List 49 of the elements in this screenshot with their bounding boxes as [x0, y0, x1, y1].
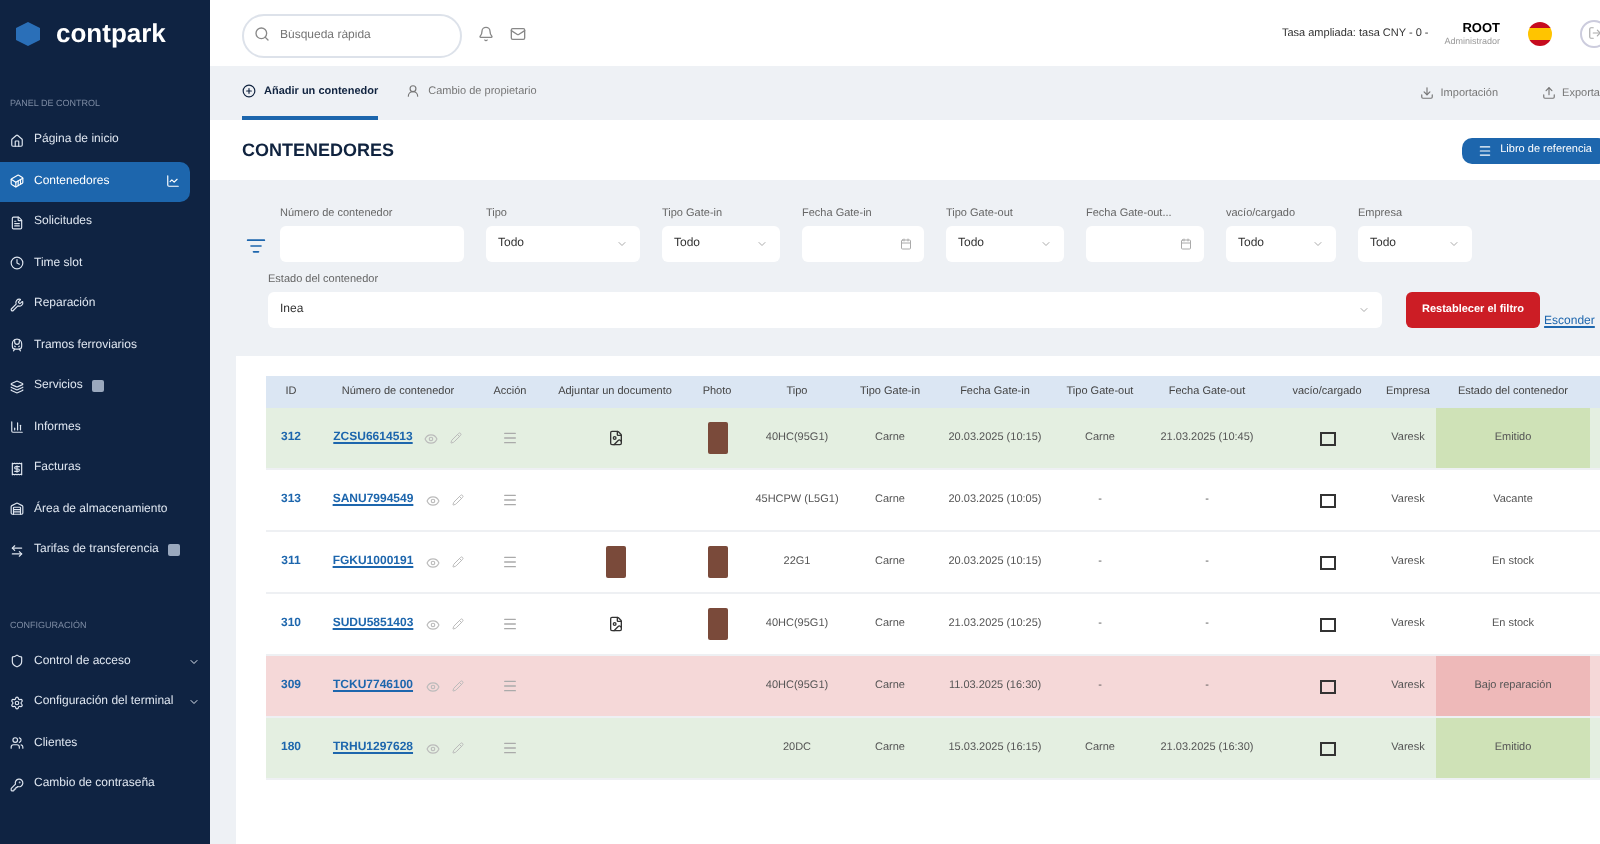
- calendar-icon: [1180, 238, 1192, 250]
- logo-icon: [12, 17, 44, 49]
- view-icon[interactable]: [425, 741, 440, 755]
- filter-icon[interactable]: [246, 236, 266, 256]
- chart-icon: [166, 174, 180, 189]
- chevron-icon: [1040, 238, 1052, 250]
- checkbox[interactable]: [1319, 617, 1335, 631]
- upload-icon: [1542, 86, 1557, 100]
- date-field[interactable]: [1086, 226, 1204, 262]
- photo-placeholder[interactable]: [707, 608, 727, 640]
- photo-placeholder[interactable]: [707, 546, 727, 578]
- checkbox[interactable]: [1319, 555, 1335, 569]
- page-title: CONTENEDORES: [242, 140, 395, 160]
- view-icon[interactable]: [425, 617, 440, 631]
- checkbox[interactable]: [1319, 679, 1335, 693]
- document-icon[interactable]: [607, 616, 623, 632]
- edit-icon[interactable]: [451, 494, 464, 506]
- photo-placeholder[interactable]: [707, 422, 727, 454]
- chevron-icon: [756, 238, 768, 250]
- mail-icon[interactable]: [510, 25, 526, 41]
- chevron-icon: [1312, 238, 1324, 250]
- plus-icon: [242, 84, 256, 98]
- photo-placeholder[interactable]: [605, 546, 625, 578]
- calendar-icon: [900, 238, 912, 250]
- date-field[interactable]: [802, 226, 924, 262]
- logout-button[interactable]: [1580, 19, 1600, 47]
- checkbox[interactable]: [1319, 431, 1335, 445]
- download-icon: [1420, 86, 1435, 100]
- checkbox[interactable]: [1319, 741, 1335, 755]
- logo-text: contpark: [56, 18, 166, 48]
- checkbox[interactable]: [1319, 493, 1335, 507]
- document-icon[interactable]: [607, 430, 623, 446]
- edit-icon[interactable]: [451, 742, 464, 754]
- view-icon[interactable]: [425, 555, 440, 569]
- edit-icon[interactable]: [451, 556, 464, 568]
- edit-icon[interactable]: [451, 618, 464, 630]
- view-icon[interactable]: [425, 493, 440, 507]
- flag-icon[interactable]: [1528, 21, 1552, 45]
- edit-icon[interactable]: [450, 432, 463, 444]
- logout-icon: [1587, 26, 1600, 40]
- view-icon[interactable]: [424, 431, 439, 445]
- bell-icon[interactable]: [478, 25, 494, 41]
- view-icon[interactable]: [425, 679, 440, 693]
- search-icon: [254, 25, 270, 41]
- chevron-icon: [616, 238, 628, 250]
- chevron-icon: [1358, 304, 1370, 316]
- user-icon: [406, 84, 421, 98]
- edit-icon[interactable]: [451, 680, 464, 692]
- chevron-icon: [1448, 238, 1460, 250]
